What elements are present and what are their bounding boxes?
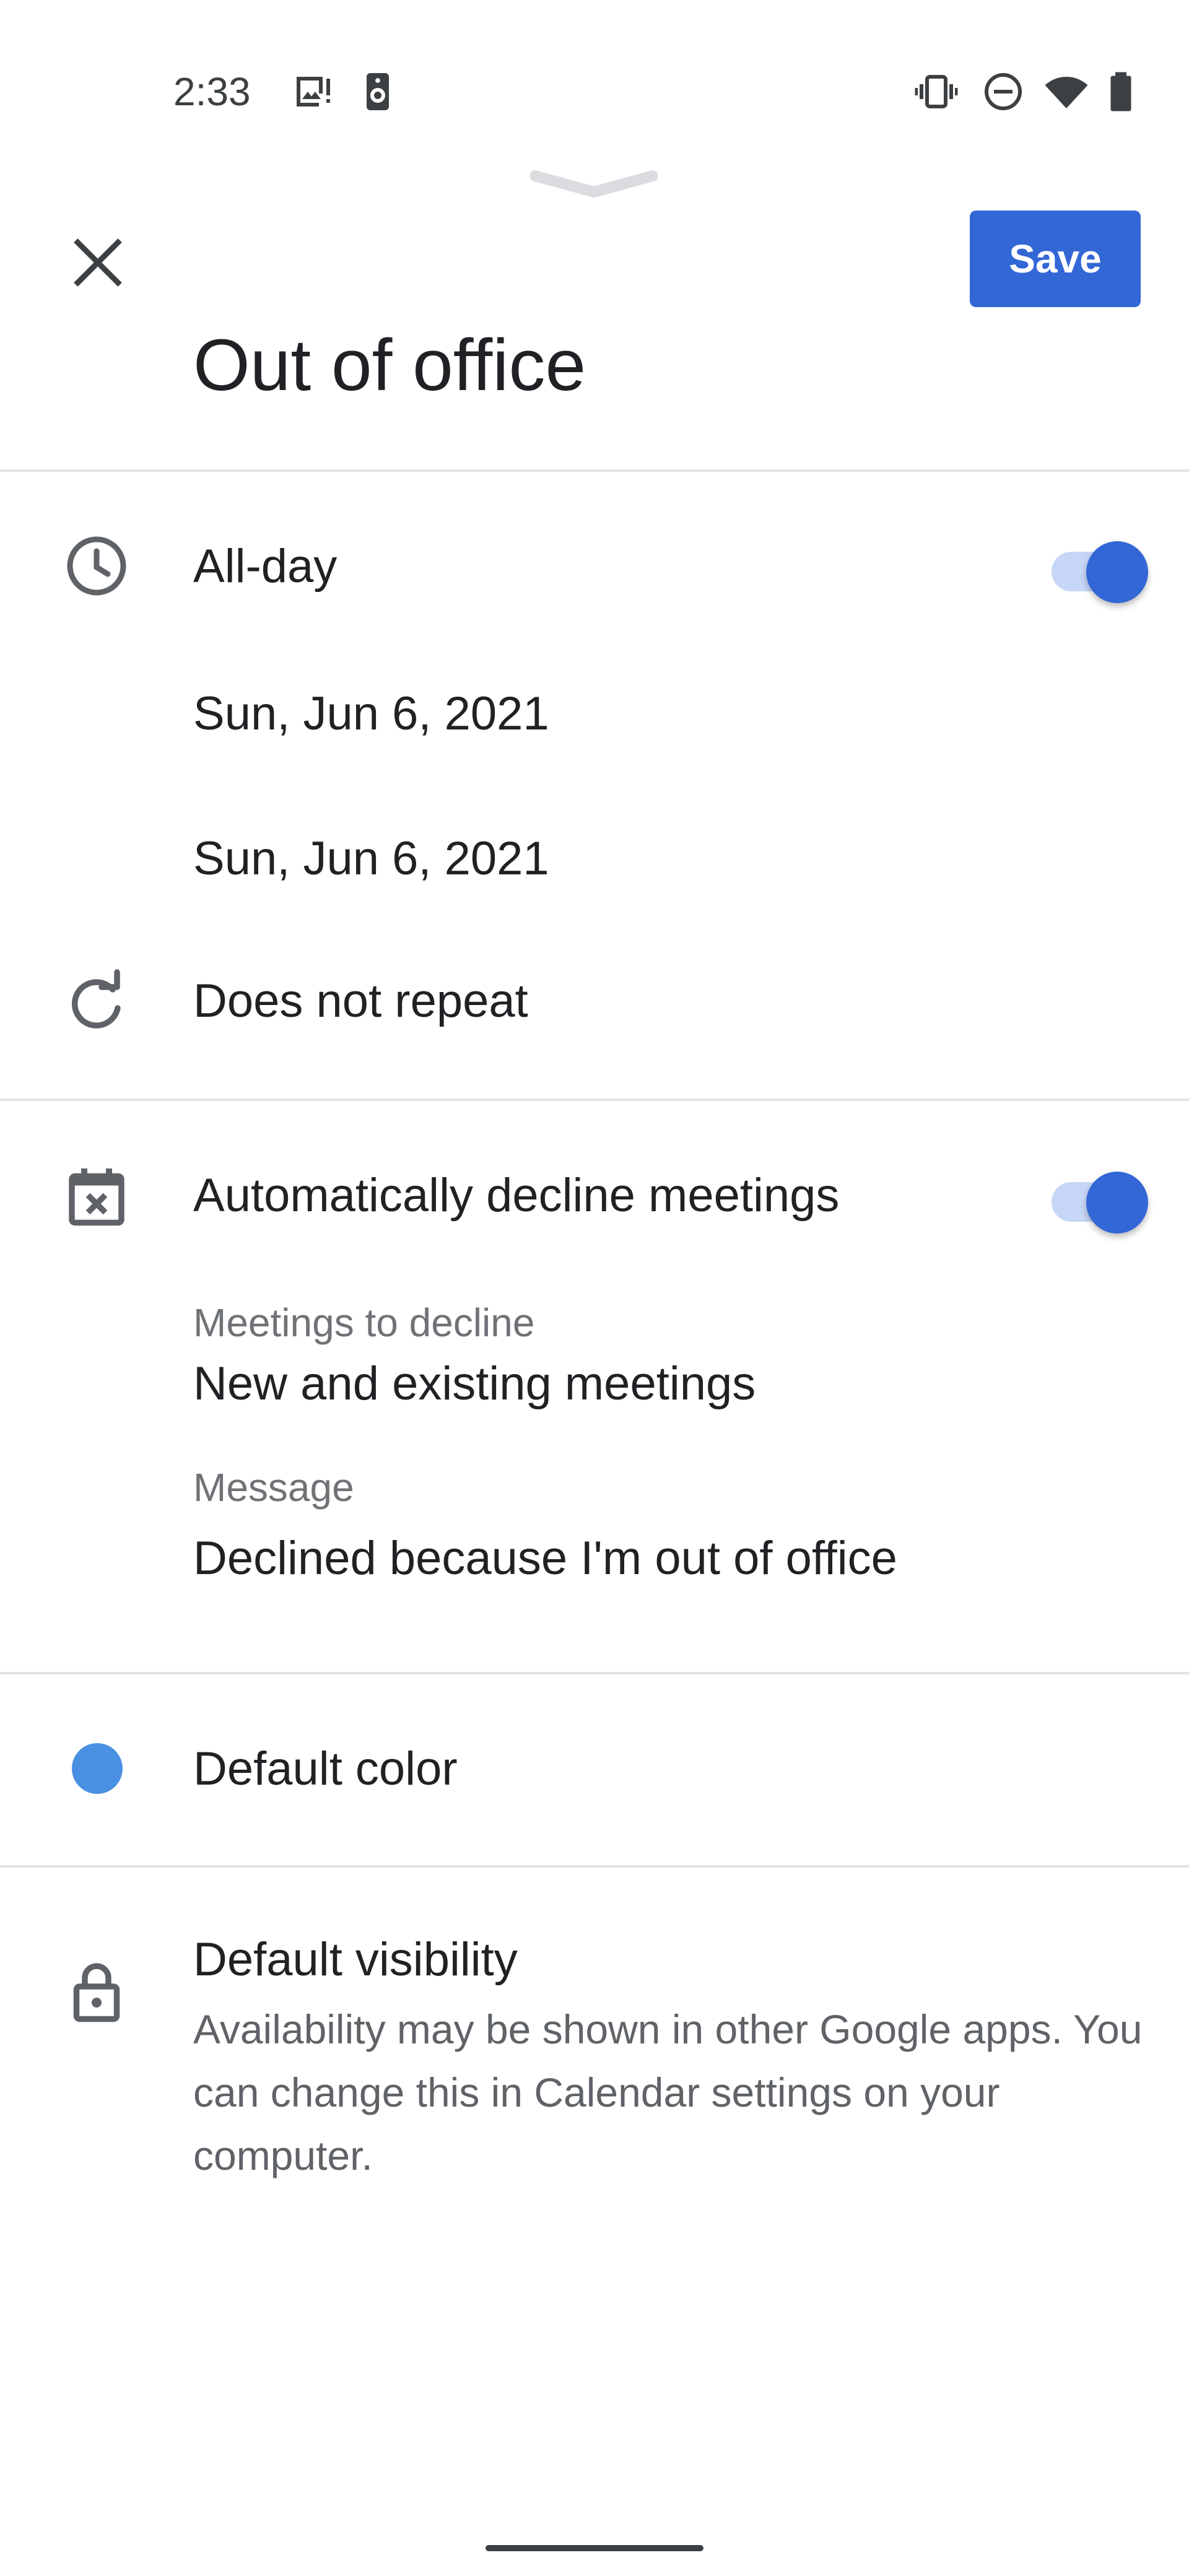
divider	[0, 1099, 1189, 1101]
chevron-down-icon[interactable]	[529, 166, 658, 212]
status-time: 2:33	[173, 69, 251, 114]
save-button[interactable]: Save	[970, 211, 1141, 307]
do-not-disturb-icon	[981, 69, 1026, 114]
navigation-handle[interactable]	[486, 2545, 703, 2551]
divider	[0, 469, 1189, 472]
all-day-label: All-day	[193, 540, 338, 593]
default-visibility-label[interactable]: Default visibility	[193, 1932, 518, 1988]
meetings-to-decline-label: Meetings to decline	[193, 1300, 535, 1345]
message-label: Message	[193, 1465, 354, 1510]
status-bar: 2:33	[0, 0, 1189, 142]
clock-icon	[59, 529, 134, 603]
divider	[0, 1672, 1189, 1674]
default-color-label[interactable]: Default color	[193, 1741, 458, 1797]
close-icon[interactable]	[61, 225, 135, 300]
end-date[interactable]: Sun, Jun 6, 2021	[193, 831, 549, 887]
auto-decline-toggle[interactable]	[1052, 1160, 1151, 1235]
visibility-description: Availability may be shown in other Googl…	[193, 2006, 1143, 2178]
start-date[interactable]: Sun, Jun 6, 2021	[193, 686, 549, 742]
wifi-icon	[1044, 69, 1089, 114]
calendar-decline-icon	[59, 1159, 134, 1234]
page-title: Out of office	[193, 324, 586, 406]
divider	[0, 1865, 1189, 1868]
toggle-thumb	[1086, 1172, 1148, 1234]
image-icon	[291, 69, 336, 114]
all-day-toggle[interactable]	[1052, 530, 1151, 604]
speaker-icon	[355, 69, 400, 114]
repeat-icon	[59, 966, 134, 1040]
battery-icon	[1099, 69, 1143, 114]
meetings-to-decline-value[interactable]: New and existing meetings	[193, 1356, 756, 1412]
toggle-thumb	[1086, 541, 1148, 603]
repeat-label[interactable]: Does not repeat	[193, 973, 528, 1029]
message-value[interactable]: Declined because I'm out of office	[193, 1531, 897, 1586]
vibrate-icon	[914, 69, 959, 114]
auto-decline-label: Automatically decline meetings	[193, 1169, 840, 1222]
lock-icon	[59, 1956, 134, 2030]
color-swatch	[72, 1743, 123, 1794]
